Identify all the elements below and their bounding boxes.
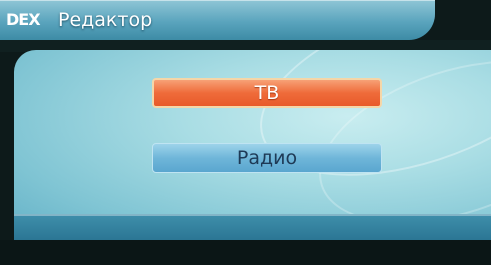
screen-bottom-edge (0, 240, 491, 265)
panel-footer-bar (14, 214, 491, 240)
tv-button[interactable]: ТВ (152, 78, 382, 108)
brand-logo-text: DEX (6, 10, 41, 29)
title-bar: DEX Редактор (0, 0, 435, 40)
brand-logo: DEX (6, 10, 41, 30)
editor-panel: ТВ Радио (14, 50, 491, 240)
window-title: Редактор (58, 9, 153, 31)
radio-button-label: Радио (236, 147, 298, 169)
radio-button[interactable]: Радио (152, 143, 382, 173)
tv-button-label: ТВ (254, 82, 280, 104)
